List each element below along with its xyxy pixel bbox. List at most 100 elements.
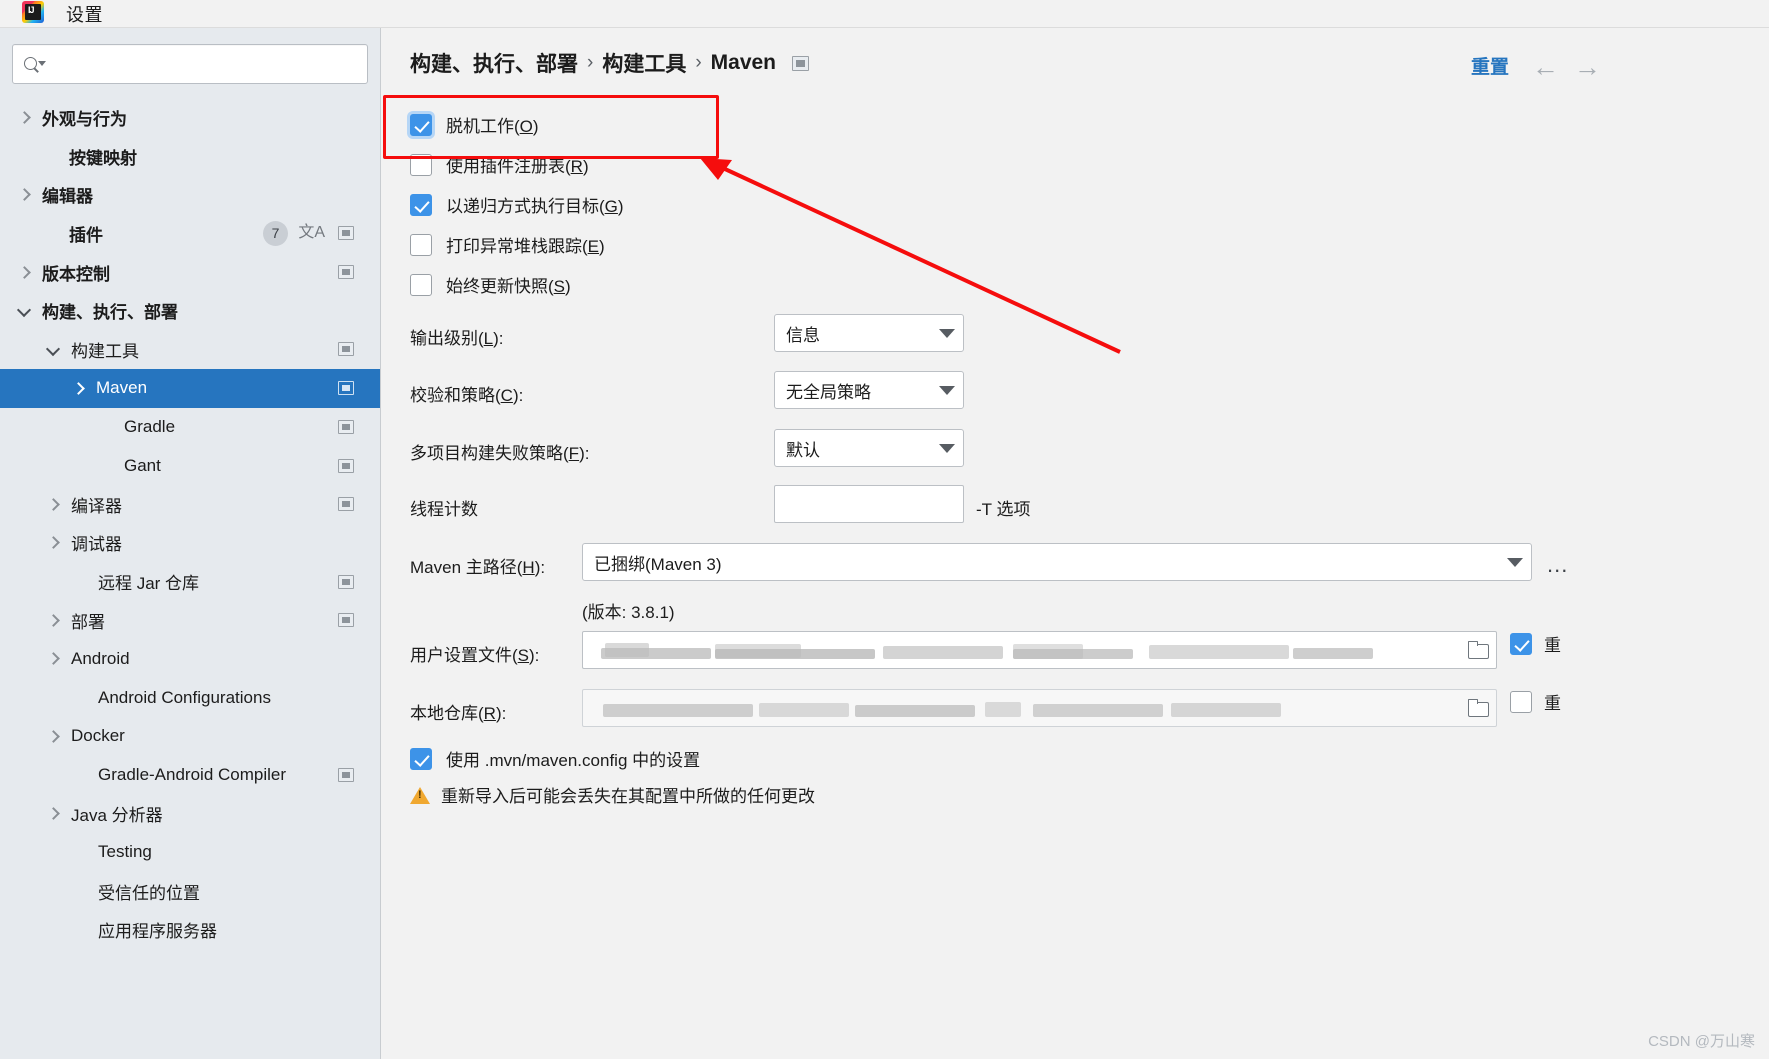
sidebar-item-11[interactable]: 调试器 [0,524,380,563]
checkbox-row-print-stacktrace[interactable]: 打印异常堆栈跟踪(E) [410,232,605,257]
local-repo-override-row[interactable]: 重 [1510,689,1561,714]
chevron-down-icon[interactable] [47,343,60,356]
warning-row: 重新导入后可能会丢失在其配置中所做的任何更改 [410,782,815,807]
plugin-registry-checkbox[interactable] [410,153,432,176]
user-settings-override-row[interactable]: 重 [1510,631,1561,656]
settings-chip-icon[interactable] [338,342,354,357]
maven-home-browse-button[interactable]: ... [1547,552,1568,578]
breadcrumb-separator: › [587,52,594,73]
sidebar-item-5[interactable]: 构建、执行、部署 [0,291,380,330]
folder-icon[interactable] [1466,698,1490,718]
print-stacktrace-label: 打印异常堆栈跟踪(E) [446,237,605,256]
sidebar-item-21[interactable]: 应用程序服务器 [0,910,380,949]
chevron-right-icon[interactable] [47,807,60,820]
sidebar-item-3[interactable]: 插件 7 文A [0,214,380,253]
sidebar-item-18[interactable]: Java 分析器 [0,794,380,833]
mvn-config-checkbox[interactable] [410,747,432,770]
chevron-right-icon[interactable] [47,730,60,743]
checkbox-row-recursive-goals[interactable]: 以递归方式执行目标(G) [410,192,624,217]
settings-chip-icon[interactable] [338,574,354,589]
chevron-right-icon[interactable] [18,266,31,279]
maven-home-combo[interactable]: 已捆绑(Maven 3) [582,543,1532,581]
sidebar-item-15[interactable]: Android Configurations [0,678,380,717]
sidebar-item-10[interactable]: 编译器 [0,485,380,524]
settings-chip-icon[interactable] [338,497,354,512]
search-box[interactable] [12,44,368,84]
sidebar-item-17[interactable]: Gradle-Android Compiler [0,756,380,795]
breadcrumb-chip-icon[interactable] [792,55,810,71]
settings-chip-icon[interactable] [338,419,354,434]
checkbox-row-plugin-registry[interactable]: 使用插件注册表(R) [410,152,589,177]
settings-chip-icon[interactable] [338,265,354,280]
warning-triangle-icon [410,786,430,804]
sidebar-item-2[interactable]: 编辑器 [0,175,380,214]
sidebar-item-label: 版本控制 [42,264,110,284]
breadcrumb-item-0[interactable]: 构建、执行、部署 [410,48,578,78]
chevron-right-icon[interactable] [47,536,60,549]
offline-checkbox[interactable] [410,113,432,136]
settings-chip-icon[interactable] [338,458,354,473]
user-settings-override-label: 重 [1544,636,1561,655]
reset-button[interactable]: 重置 [1471,52,1509,79]
local-repo-input[interactable] [582,689,1497,727]
sidebar-item-7[interactable]: Maven [0,368,380,408]
user-settings-input[interactable] [582,631,1497,669]
chevron-right-icon[interactable] [47,614,60,627]
checksum-policy-value: 无全局策略 [786,382,871,402]
sidebar-item-6[interactable]: 构建工具 [0,330,380,369]
sidebar-item-label: Java 分析器 [71,806,163,826]
settings-chip-icon[interactable] [338,768,354,783]
multiproject-fail-policy-combo[interactable]: 默认 [774,429,964,467]
chevron-right-icon[interactable] [18,111,31,124]
update-snapshots-checkbox[interactable] [410,273,432,296]
sidebar-item-4[interactable]: 版本控制 [0,253,380,292]
sidebar-item-0[interactable]: 外观与行为 [0,98,380,137]
arrow-right-icon[interactable]: → [1574,54,1601,81]
chevron-down-icon [939,443,955,453]
sidebar-item-label: 构建、执行、部署 [42,303,178,323]
sidebar-item-14[interactable]: Android [0,640,380,679]
sidebar-item-16[interactable]: Docker [0,717,380,756]
checkbox-row-update-snapshots[interactable]: 始终更新快照(S) [410,272,571,297]
local-repo-override-label: 重 [1544,694,1561,713]
thread-count-input[interactable] [774,485,964,523]
print-stacktrace-checkbox[interactable] [410,233,432,256]
sidebar-item-label: Docker [71,726,125,746]
settings-chip-icon[interactable] [338,613,354,628]
recursive-goals-label: 以递归方式执行目标(G) [446,197,624,216]
sidebar-item-19[interactable]: Testing [0,833,380,872]
sidebar-item-13[interactable]: 部署 [0,601,380,640]
mvn-config-label: 使用 .mvn/maven.config 中的设置 [446,751,701,770]
sidebar-item-1[interactable]: 按键映射 [0,137,380,176]
chevron-right-icon[interactable] [47,498,60,511]
settings-chip-icon[interactable] [338,381,354,396]
sidebar-item-label: Testing [98,842,152,862]
chevron-right-icon[interactable] [18,188,31,201]
user-settings-override-checkbox[interactable] [1510,632,1532,655]
settings-chip-icon[interactable] [338,226,354,241]
sidebar-item-8[interactable]: Gradle [0,408,380,447]
search-input[interactable] [45,55,357,73]
checksum-policy-combo[interactable]: 无全局策略 [774,371,964,409]
maven-version-note: (版本: 3.8.1) [582,603,675,622]
output-level-combo[interactable]: 信息 [774,314,964,352]
arrow-left-icon[interactable]: ← [1532,54,1559,81]
sidebar-item-20[interactable]: 受信任的位置 [0,872,380,911]
folder-icon[interactable] [1466,640,1490,660]
translate-icon[interactable]: 文A [298,225,325,241]
checkbox-row-offline[interactable]: 脱机工作(O) [410,112,539,137]
breadcrumb-item-1[interactable]: 构建工具 [602,48,686,78]
chevron-down-icon[interactable] [18,304,31,317]
breadcrumb-item-2[interactable]: Maven [711,51,776,75]
local-repo-override-checkbox[interactable] [1510,690,1532,713]
warning-text: 重新导入后可能会丢失在其配置中所做的任何更改 [441,787,815,806]
sidebar-item-label: 构建工具 [71,341,139,361]
chevron-right-icon[interactable] [72,382,85,395]
sidebar-item-9[interactable]: Gant [0,446,380,485]
checkbox-row-mvn-config[interactable]: 使用 .mvn/maven.config 中的设置 [410,746,700,771]
recursive-goals-checkbox[interactable] [410,193,432,216]
chevron-right-icon[interactable] [47,652,60,665]
sidebar-item-12[interactable]: 远程 Jar 仓库 [0,562,380,601]
